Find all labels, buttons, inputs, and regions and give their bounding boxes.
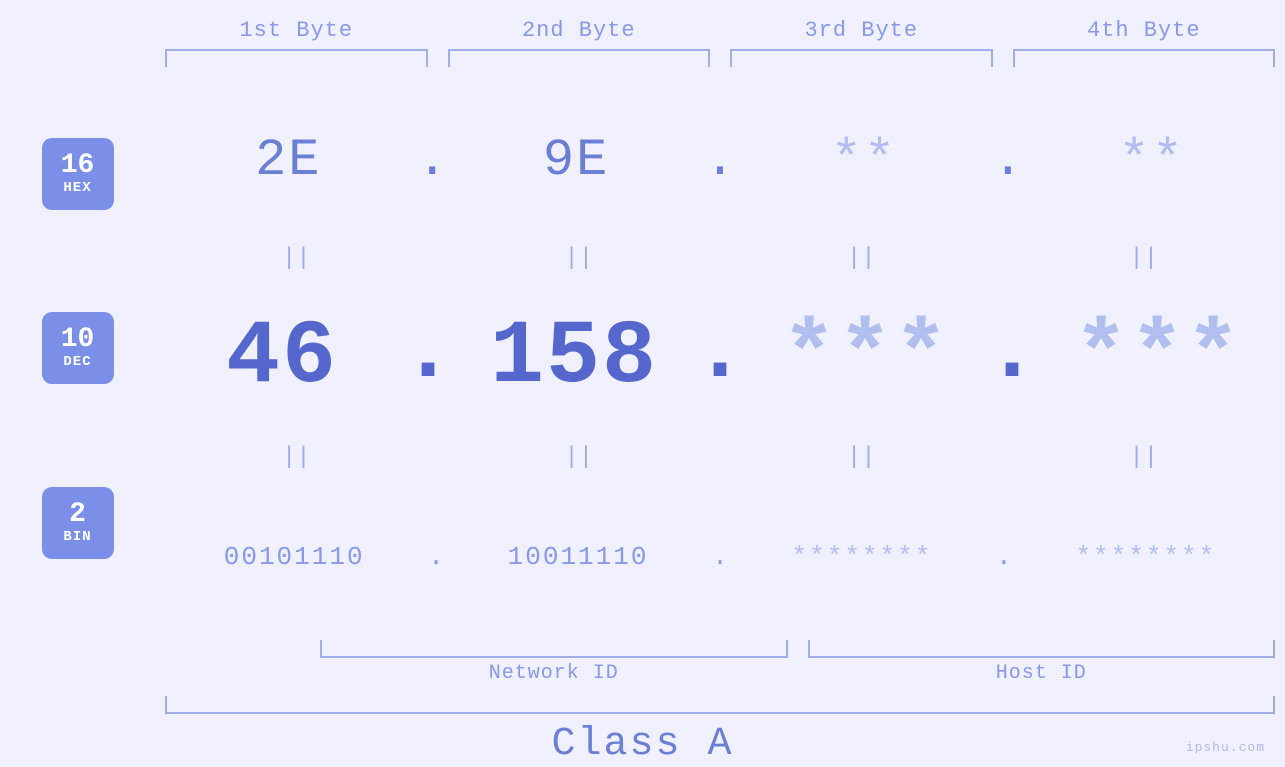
bin-byte1-value: 00101110 — [224, 542, 365, 572]
dec-byte3-value: *** — [782, 307, 950, 409]
dec-byte2-cell: 158 — [447, 307, 701, 409]
eq6: || — [438, 442, 721, 474]
network-id-label: Network ID — [310, 662, 798, 685]
hex-badge: 16 HEX — [42, 138, 114, 210]
byte1-header: 1st Byte — [155, 18, 438, 43]
hex-badge-num: 16 — [61, 152, 95, 180]
eq2: || — [438, 243, 721, 275]
hex-badge-label: HEX — [63, 180, 91, 196]
equals-row-1: || || || || — [155, 243, 1285, 275]
hex-byte1-cell: 2E — [155, 131, 422, 190]
byte-headers: 1st Byte 2nd Byte 3rd Byte 4th Byte — [0, 18, 1285, 43]
bin-byte4-value: ******** — [1075, 542, 1216, 572]
bracket-byte3 — [730, 49, 993, 67]
eq4: || — [1003, 243, 1285, 275]
eq5: || — [155, 442, 438, 474]
eq3: || — [720, 243, 1003, 275]
outer-bracket — [165, 696, 1275, 714]
data-columns: 2E . 9E . ** . ** || || || || — [155, 77, 1285, 690]
hex-byte3-value: ** — [831, 131, 897, 190]
bin-byte4-cell: ******** — [1007, 542, 1285, 572]
dec-badge: 10 DEC — [42, 312, 114, 384]
bracket-byte2 — [448, 49, 711, 67]
bin-badge-label: BIN — [63, 529, 91, 545]
hex-byte1-value: 2E — [255, 131, 321, 190]
badges-column: 16 HEX 10 DEC 2 BIN — [0, 77, 155, 690]
hex-byte2-cell: 9E — [443, 131, 710, 190]
byte2-header: 2nd Byte — [438, 18, 721, 43]
network-bottom-bracket — [320, 640, 788, 658]
dec-data-row: 46 . 158 . *** . *** — [155, 275, 1285, 441]
byte4-header: 4th Byte — [1003, 18, 1285, 43]
bin-data-row: 00101110 . 10011110 . ******** . *******… — [155, 474, 1285, 640]
dec-byte2-value: 158 — [490, 307, 658, 409]
eq7: || — [720, 442, 1003, 474]
hex-byte4-value: ** — [1119, 131, 1185, 190]
outer-bracket-row — [0, 696, 1285, 714]
bin-byte3-cell: ******** — [723, 542, 1001, 572]
bin-byte1-cell: 00101110 — [155, 542, 433, 572]
bin-badge-num: 2 — [69, 501, 86, 529]
dec-byte3-cell: *** — [739, 307, 993, 409]
main-container: 1st Byte 2nd Byte 3rd Byte 4th Byte 16 H… — [0, 0, 1285, 767]
eq1: || — [155, 243, 438, 275]
bin-byte3-value: ******** — [792, 542, 933, 572]
top-brackets — [0, 49, 1285, 67]
bracket-byte4 — [1013, 49, 1276, 67]
hex-byte2-value: 9E — [543, 131, 609, 190]
id-labels-row: Network ID Host ID — [310, 662, 1285, 685]
class-label: Class A — [0, 722, 1285, 767]
bracket-byte1 — [165, 49, 428, 67]
dec-badge-label: DEC — [63, 354, 91, 370]
hex-data-row: 2E . 9E . ** . ** — [155, 77, 1285, 243]
main-area: 16 HEX 10 DEC 2 BIN 2E . 9E — [0, 77, 1285, 690]
eq8: || — [1003, 442, 1285, 474]
watermark: ipshu.com — [1186, 740, 1265, 755]
bottom-brackets — [310, 640, 1285, 658]
host-id-label: Host ID — [798, 662, 1285, 685]
dec-byte1-cell: 46 — [155, 307, 409, 409]
bin-byte2-value: 10011110 — [508, 542, 649, 572]
byte3-header: 3rd Byte — [720, 18, 1003, 43]
dec-byte4-cell: *** — [1031, 307, 1285, 409]
bin-byte2-cell: 10011110 — [439, 542, 717, 572]
equals-row-2: || || || || — [155, 442, 1285, 474]
hex-byte3-cell: ** — [731, 131, 998, 190]
bottom-section: Network ID Host ID — [155, 640, 1285, 685]
dec-byte4-value: *** — [1074, 307, 1242, 409]
dec-badge-num: 10 — [61, 326, 95, 354]
dec-byte1-value: 46 — [226, 307, 338, 409]
bin-badge: 2 BIN — [42, 487, 114, 559]
hex-byte4-cell: ** — [1018, 131, 1285, 190]
host-bottom-bracket — [808, 640, 1276, 658]
